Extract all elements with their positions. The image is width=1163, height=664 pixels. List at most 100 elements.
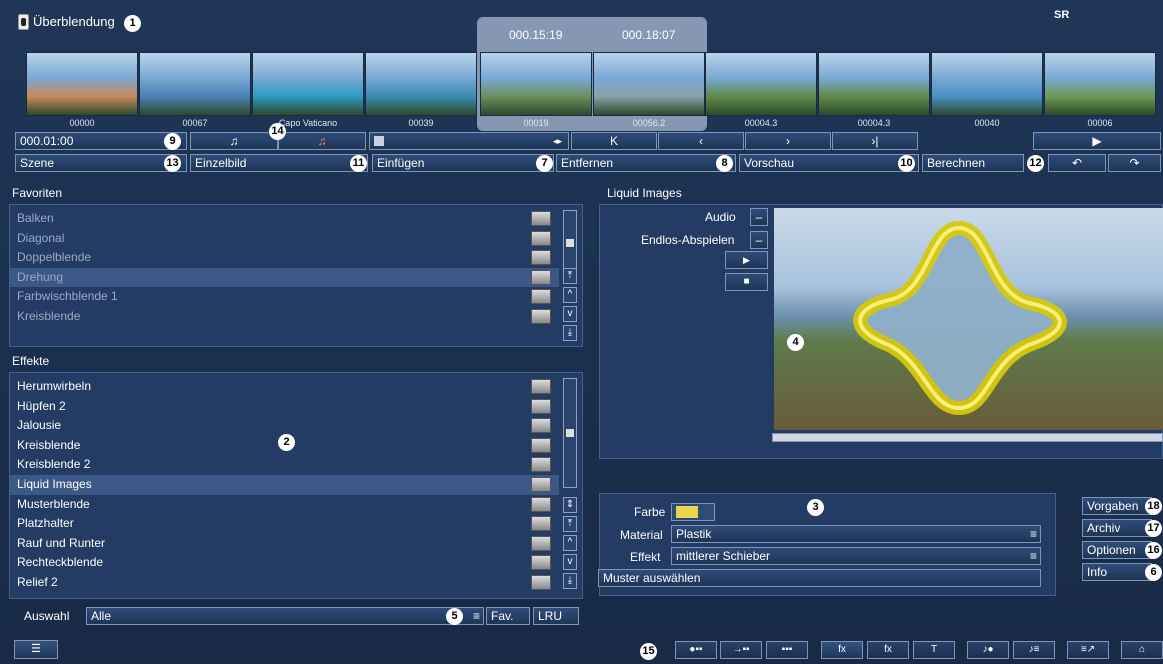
favorite-list-item[interactable]: Balken	[10, 209, 559, 229]
favorite-list-item[interactable]: Diagonal	[10, 229, 559, 249]
redo-button[interactable]: ↷	[1108, 154, 1161, 172]
effect-list-item[interactable]: Kreisblende 2	[10, 455, 559, 475]
badge-2: 2	[278, 434, 295, 451]
effect-list-item[interactable]: Musterblende	[10, 495, 559, 515]
preview-stop-button[interactable]: ■	[725, 273, 768, 291]
audio-button-2[interactable]: ♫	[278, 132, 366, 150]
list-item-label: Musterblende	[17, 496, 90, 511]
nav-prev-button[interactable]: ‹	[658, 132, 744, 150]
thumbnail-label: 00067	[182, 118, 208, 128]
effect-list-item[interactable]: Platzhalter	[10, 514, 559, 534]
eff-scroll-up[interactable]: ^	[563, 535, 577, 551]
badge-15: 15	[640, 643, 657, 660]
favorite-list-item[interactable]: Kreisblende	[10, 307, 559, 327]
bottom-tool-button[interactable]: ♪●	[967, 641, 1009, 659]
favorite-list-item[interactable]: Doppelblende	[10, 248, 559, 268]
effect-list-item[interactable]: Rechteckblende	[10, 553, 559, 573]
timecode-value: 000.01:00	[20, 134, 74, 148]
archive-button[interactable]: Archiv	[1082, 519, 1152, 537]
effect-preview-icon	[531, 555, 551, 571]
fav-button[interactable]: Fav.	[486, 607, 530, 625]
material-dropdown[interactable]: Plastik ≡	[671, 525, 1041, 543]
insert-button[interactable]: Einfügen	[372, 154, 554, 172]
effect-list-item[interactable]: Liquid Images	[10, 474, 559, 495]
bottom-tool-button[interactable]: fx	[821, 641, 863, 659]
lru-button[interactable]: LRU	[533, 607, 579, 625]
effect-list-item[interactable]: Rauf und Runter	[10, 534, 559, 554]
fav-scroll-bottom[interactable]: ⤓	[563, 325, 577, 341]
timeline-thumbnail[interactable]	[705, 52, 817, 116]
preview-progress-bar[interactable]	[772, 433, 1163, 442]
effect-preview-icon	[531, 418, 551, 434]
effect-list-item[interactable]: Relief 2	[10, 573, 559, 593]
fav-scroll-top[interactable]: ⤒	[563, 268, 577, 284]
selection-label: Auswahl	[24, 609, 70, 623]
bottom-tool-button[interactable]: ●▪▪	[675, 641, 717, 659]
menu-icon: ≡	[472, 609, 480, 623]
options-button[interactable]: Optionen	[1082, 541, 1152, 559]
play-button[interactable]: ▶	[1033, 132, 1161, 150]
nav-next-button[interactable]: ›	[745, 132, 831, 150]
presets-button[interactable]: Vorgaben	[1082, 497, 1152, 515]
preview-play-button[interactable]: ▶	[725, 251, 768, 269]
bottom-tool-button[interactable]: ≡↗	[1067, 641, 1109, 659]
eff-scroll-down[interactable]: v	[563, 554, 577, 570]
fav-scroll-up[interactable]: ^	[563, 287, 577, 303]
timeline-thumbnail[interactable]	[1044, 52, 1156, 116]
timeline-thumbnail[interactable]	[931, 52, 1043, 116]
badge-3: 3	[807, 499, 824, 516]
audio-button-1[interactable]: ♫	[190, 132, 278, 150]
effect-list-item[interactable]: Jalousie	[10, 416, 559, 436]
eff-scroll-mid[interactable]: ⇕	[563, 497, 577, 513]
timeline-thumbnail[interactable]	[593, 52, 705, 116]
eff-scroll-bottom[interactable]: ⤓	[563, 573, 577, 589]
bottom-tool-button[interactable]: ⌂	[1121, 641, 1163, 659]
info-button[interactable]: Info	[1082, 563, 1152, 581]
effects-list[interactable]: Herumwirbeln Hüpfen 2 Jalousie Kreisblende K…	[10, 377, 559, 593]
bottom-tool-button[interactable]: ♪≡	[1013, 641, 1055, 659]
thumbnail-label: 00056.2	[632, 118, 666, 128]
timeline-thumbnail[interactable]	[139, 52, 251, 116]
loop-toggle[interactable]: –	[750, 231, 768, 249]
favorite-list-item[interactable]: Drehung	[10, 267, 559, 288]
effect-list-item[interactable]: Hüpfen 2	[10, 397, 559, 417]
eff-scroll-top[interactable]: ⤒	[563, 516, 577, 532]
nav-last-button[interactable]: ›|	[832, 132, 918, 150]
nav-first-button[interactable]: K	[571, 132, 657, 150]
thumbnail-label: 00004.3	[744, 118, 778, 128]
scene-button[interactable]: Szene	[15, 154, 187, 172]
timeline-thumbnail[interactable]	[365, 52, 477, 116]
undo-button[interactable]: ↶	[1048, 154, 1106, 172]
calculate-button[interactable]: Berechnen	[922, 154, 1024, 172]
color-swatch-button[interactable]	[671, 503, 715, 521]
bottom-tool-button[interactable]: fx	[867, 641, 909, 659]
bottom-tool-button[interactable]: →▪▪	[720, 641, 762, 659]
bottom-tool-button[interactable]: ▪▪▪	[766, 641, 808, 659]
favorites-list[interactable]: Balken Diagonal Doppelblende Drehung Farbwis…	[10, 209, 559, 327]
timeline-slider[interactable]: ◂▸	[369, 132, 569, 150]
timeline-thumbnail[interactable]	[252, 52, 364, 116]
favorite-list-item[interactable]: Farbwischblende 1	[10, 287, 559, 307]
favorites-heading: Favoriten	[12, 186, 63, 200]
slider-handle[interactable]	[374, 136, 384, 146]
badge-9: 9	[164, 133, 181, 150]
window-title: Überblendung	[33, 14, 115, 29]
selection-dropdown[interactable]: Alle ≡	[86, 607, 484, 625]
preview-button[interactable]: Vorschau	[739, 154, 919, 172]
single-frame-button[interactable]: Einzelbild	[190, 154, 368, 172]
settings-tool-button[interactable]: ☰	[14, 640, 58, 659]
remove-button[interactable]: Entfernen	[556, 154, 736, 172]
audio-toggle[interactable]: –	[750, 208, 768, 226]
timeline-thumbnail[interactable]	[26, 52, 138, 116]
badge-13: 13	[164, 155, 181, 172]
eff-scroll-thumb[interactable]	[563, 378, 577, 488]
bottom-tool-button[interactable]: T	[913, 641, 955, 659]
effect-dropdown[interactable]: mittlerer Schieber ≡	[671, 547, 1041, 565]
timeline-thumbnail[interactable]	[818, 52, 930, 116]
fav-scroll-down[interactable]: v	[563, 306, 577, 322]
effect-list-item[interactable]: Herumwirbeln	[10, 377, 559, 397]
pattern-select-button[interactable]: Muster auswählen	[598, 569, 1041, 587]
timeline-thumbnail[interactable]	[480, 52, 592, 116]
effect-preview-icon	[531, 574, 551, 590]
timecode-field[interactable]: 000.01:00	[15, 132, 187, 150]
